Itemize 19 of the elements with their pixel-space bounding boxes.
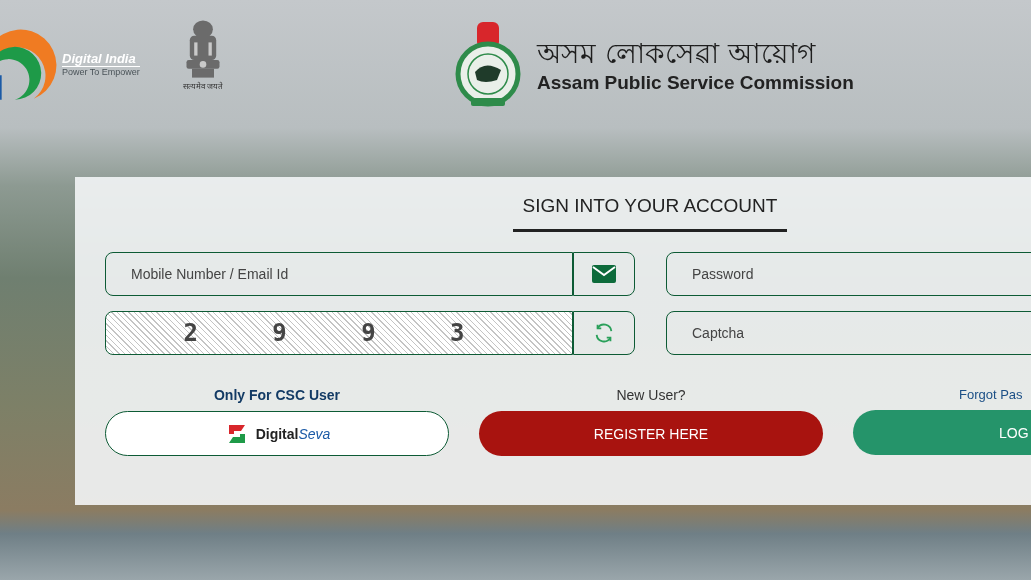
email-field[interactable]: Mobile Number / Email Id — [105, 252, 573, 296]
digital-india-tagline: Power To Empower — [62, 67, 140, 77]
captcha-field[interactable]: Captcha — [666, 311, 1031, 355]
password-field[interactable]: Password — [666, 252, 1031, 296]
envelope-icon — [573, 252, 635, 296]
forgot-password-link[interactable]: Forgot Pas — [853, 387, 1023, 402]
digital-india-title: Digital India — [62, 51, 140, 67]
sign-in-heading: SIGN INTO YOUR ACCOUNT — [512, 195, 788, 232]
csc-user-label: Only For CSC User — [214, 387, 340, 403]
commission-seal-icon — [455, 22, 521, 108]
new-user-label: New User? — [616, 387, 686, 403]
register-button[interactable]: REGISTER HERE — [479, 411, 823, 456]
commission-name-english: Assam Public Service Commission — [537, 72, 854, 94]
login-button[interactable]: LOG — [853, 410, 1031, 455]
emblem-motto: सत्यमेव जयते — [182, 81, 224, 91]
commission-name-assamese: অসম লোকসেৱা আয়োগ — [537, 36, 817, 72]
captcha-image: 2 9 9 3 — [105, 311, 573, 355]
digital-seva-button[interactable]: DigitalSeva — [105, 411, 449, 456]
refresh-icon[interactable] — [573, 311, 635, 355]
